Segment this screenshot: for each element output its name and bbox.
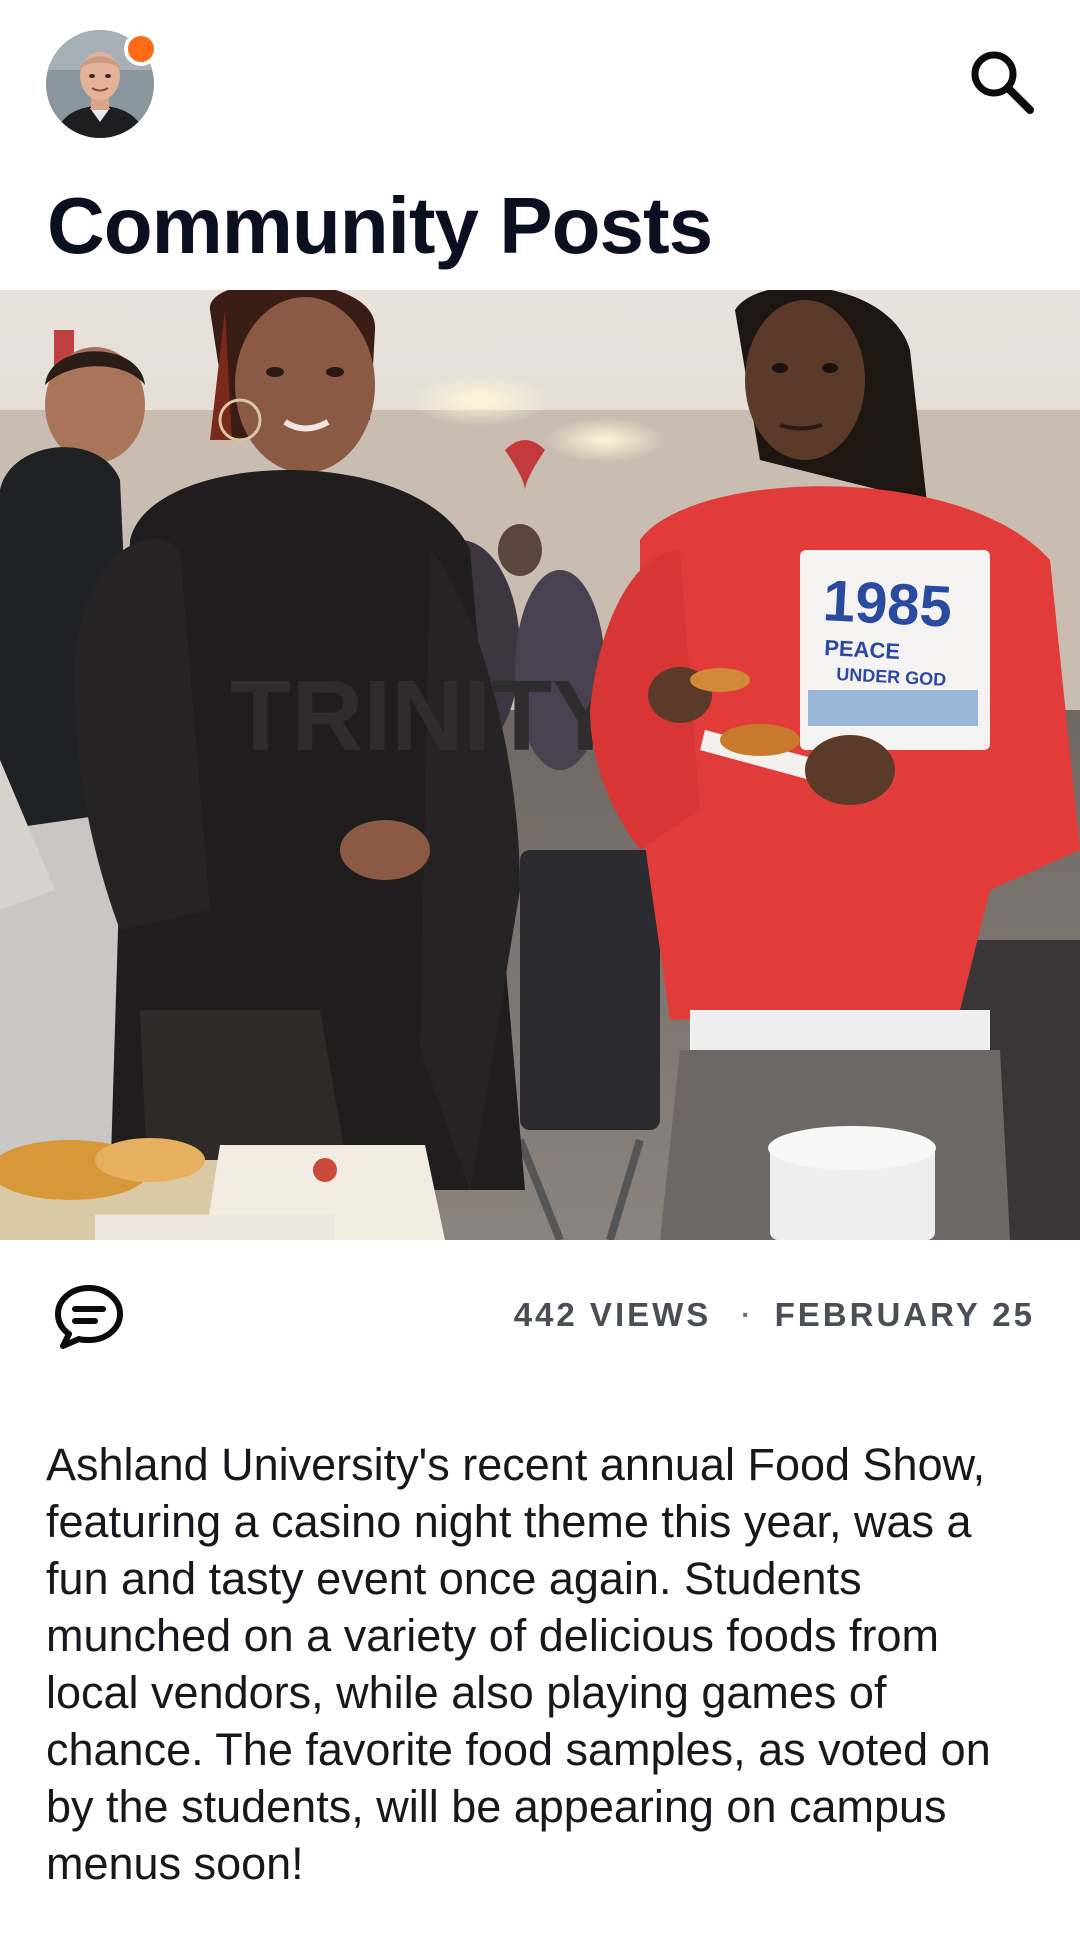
notification-dot <box>124 32 158 66</box>
comment-button[interactable] <box>44 1272 134 1362</box>
views-count: 442 VIEWS <box>513 1296 712 1333</box>
post-meta: 442 VIEWS · FEBRUARY 25 <box>514 1296 1035 1334</box>
post-body: Ashland University's recent annual Food … <box>46 1439 991 1889</box>
search-icon <box>971 51 1034 114</box>
event-photo: TRINITY 1985 PEACE UNDER GOD <box>0 290 1080 1240</box>
page-title: Community Posts <box>47 181 713 270</box>
post-date: FEBRUARY 25 <box>774 1296 1035 1333</box>
comment-icon <box>55 1285 123 1349</box>
top-bar <box>0 0 1080 170</box>
post-image[interactable]: TRINITY 1985 PEACE UNDER GOD <box>0 290 1080 1240</box>
profile-avatar-button[interactable] <box>46 30 158 140</box>
meta-separator: · <box>741 1299 751 1330</box>
search-button[interactable] <box>960 40 1044 124</box>
sweatshirt-text: TRINITY <box>230 660 619 772</box>
hoodie-year-text: 1985 <box>821 568 953 640</box>
hoodie-line1-text: PEACE <box>824 635 901 664</box>
